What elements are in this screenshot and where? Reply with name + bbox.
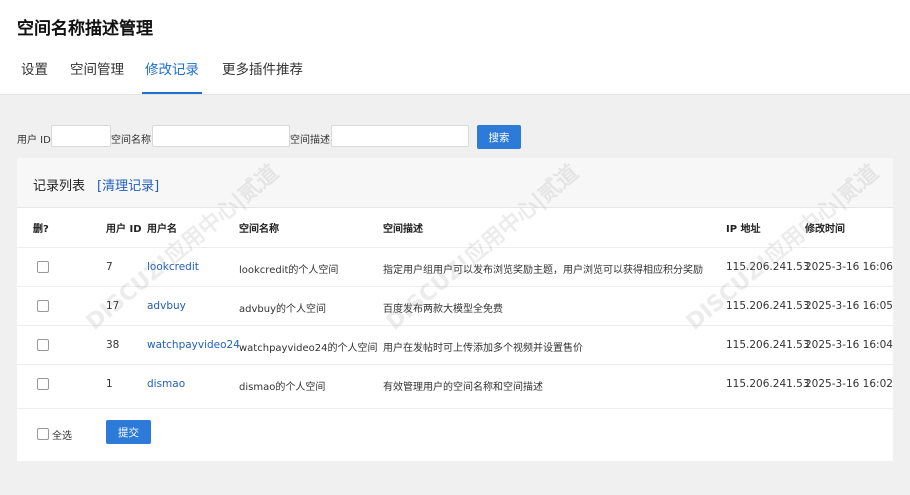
row-time: 2025-3-16 16:05 (805, 300, 893, 312)
row-time: 2025-3-16 16:04 (805, 339, 893, 351)
space-desc-label: 空间描述 (290, 135, 330, 146)
row-ip: 115.206.241.53 (726, 378, 810, 390)
row-checkbox[interactable] (37, 300, 49, 312)
select-all-label: 全选 (52, 431, 72, 442)
row-uid: 7 (106, 261, 113, 273)
row-uid: 38 (106, 339, 120, 351)
row-space-desc: 有效管理用户的空间名称和空间描述 (383, 382, 543, 393)
header-uid: 用户 ID (106, 224, 142, 235)
row-space-name: dismao的个人空间 (239, 382, 326, 393)
records-panel: 记录列表 [清理记录] 删? 用户 ID 用户名 空间名称 空间描述 IP 地址… (17, 158, 893, 461)
table-row: 17 advbuy advbuy的个人空间 百度发布两款大模型全免费 115.2… (17, 286, 893, 326)
row-space-desc: 用户在发帖时可上传添加多个视频并设置售价 (383, 343, 583, 354)
tab-change-log[interactable]: 修改记录 (142, 58, 202, 94)
panel-header: 记录列表 [清理记录] (17, 158, 893, 208)
search-button[interactable]: 搜索 (477, 125, 521, 149)
row-username-link[interactable]: advbuy (147, 300, 186, 312)
row-checkbox[interactable] (37, 378, 49, 390)
row-username-link[interactable]: lookcredit (147, 261, 199, 273)
select-all-checkbox[interactable] (37, 428, 49, 440)
header-delete: 删? (33, 224, 49, 235)
uid-label: 用户 ID (17, 135, 51, 146)
row-ip: 115.206.241.53 (726, 339, 810, 351)
row-username-link[interactable]: dismao (147, 378, 185, 390)
table-row: 1 dismao dismao的个人空间 有效管理用户的空间名称和空间描述 11… (17, 364, 893, 404)
tab-space-management[interactable]: 空间管理 (70, 58, 124, 92)
row-time: 2025-3-16 16:02 (805, 378, 893, 390)
header-ip: IP 地址 (726, 224, 761, 235)
row-checkbox[interactable] (37, 261, 49, 273)
row-space-desc: 百度发布两款大模型全免费 (383, 304, 503, 315)
search-form: 用户 ID 空间名称 空间描述 搜索 (0, 124, 910, 152)
uid-input[interactable] (51, 125, 111, 147)
row-uid: 17 (106, 300, 120, 312)
table-row: 7 lookcredit lookcredit的个人空间 指定用户组用户可以发布… (17, 247, 893, 287)
space-name-label: 空间名称 (111, 135, 151, 146)
space-name-input[interactable] (152, 125, 290, 147)
row-space-desc: 指定用户组用户可以发布浏览奖励主题，用户浏览可以获得相应积分奖励 (383, 265, 703, 276)
tab-settings[interactable]: 设置 (21, 58, 48, 92)
panel-title: 记录列表 (33, 179, 86, 194)
row-space-name: watchpayvideo24的个人空间 (239, 343, 378, 354)
row-checkbox[interactable] (37, 339, 49, 351)
row-space-name: lookcredit的个人空间 (239, 265, 339, 276)
clear-records-link[interactable]: [清理记录] (97, 175, 159, 194)
space-desc-input[interactable] (331, 125, 469, 147)
tab-more-plugins[interactable]: 更多插件推荐 (222, 58, 303, 92)
row-ip: 115.206.241.53 (726, 261, 810, 273)
table-row: 38 watchpayvideo24 watchpayvideo24的个人空间 … (17, 325, 893, 365)
row-space-name: advbuy的个人空间 (239, 304, 326, 315)
row-uid: 1 (106, 378, 113, 390)
header-username: 用户名 (147, 224, 177, 235)
header-time: 修改时间 (805, 224, 845, 235)
header: 空间名称描述管理 设置 空间管理 修改记录 更多插件推荐 (0, 0, 910, 95)
page-title: 空间名称描述管理 (17, 19, 153, 39)
submit-button[interactable]: 提交 (106, 420, 151, 444)
table-footer: 全选 提交 (17, 408, 893, 449)
row-time: 2025-3-16 16:06 (805, 261, 893, 273)
header-space-desc: 空间描述 (383, 224, 423, 235)
row-ip: 115.206.241.53 (726, 300, 810, 312)
header-space-name: 空间名称 (239, 224, 279, 235)
row-username-link[interactable]: watchpayvideo24 (147, 339, 240, 351)
